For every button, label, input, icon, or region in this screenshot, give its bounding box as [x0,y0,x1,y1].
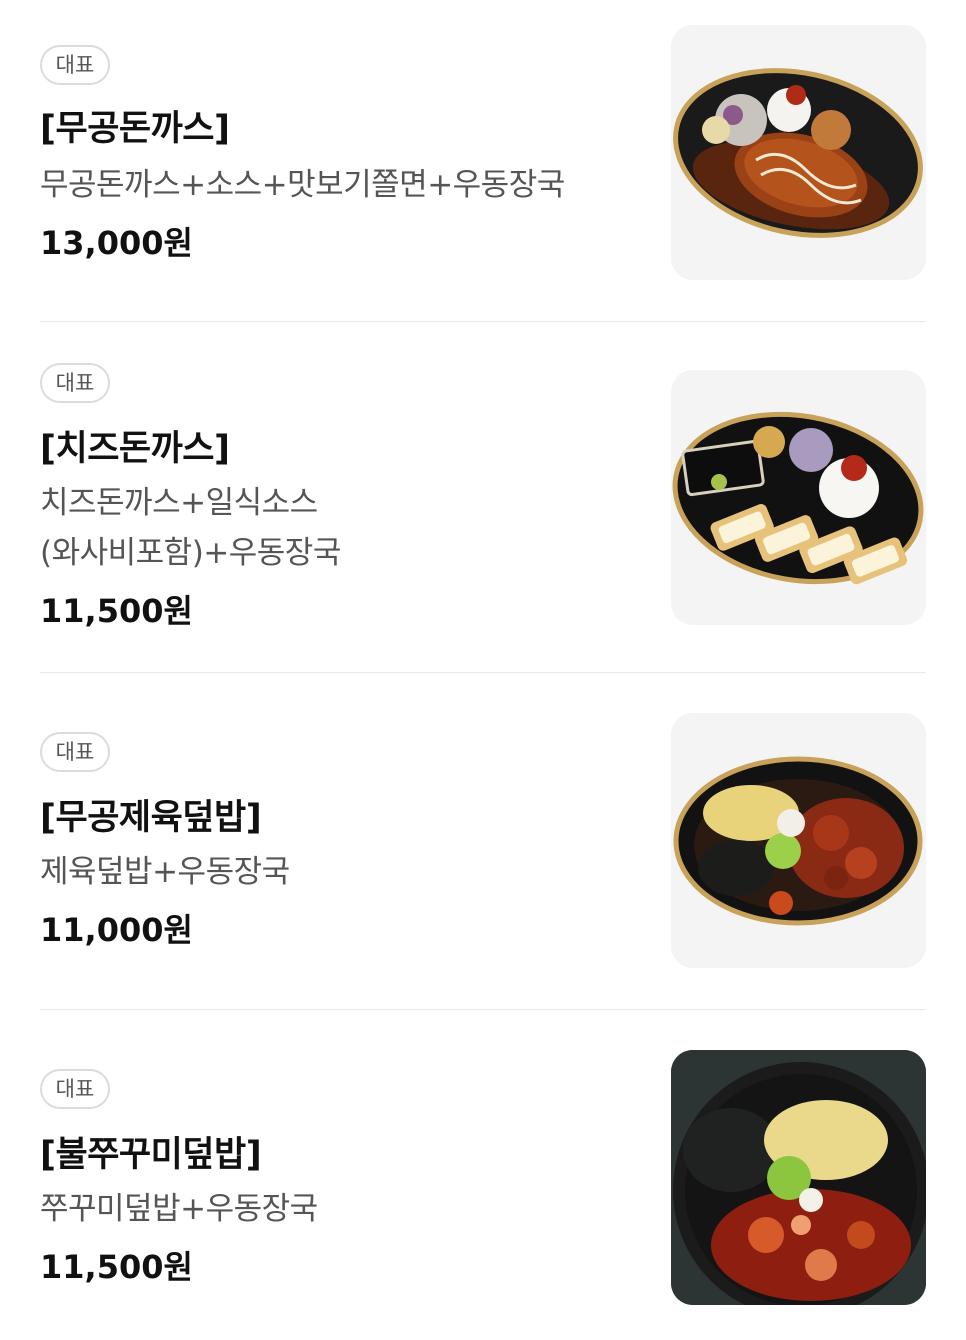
signature-badge: 대표 [40,45,110,85]
menu-item[interactable]: 대표 [불쭈꾸미덮밥] 쭈꾸미덮밥+우동장국 11,500원 [0,1010,966,1340]
menu-item-name: [무공돈까스] [40,109,230,149]
signature-badge: 대표 [40,1069,110,1109]
menu-item[interactable]: 대표 [치즈돈까스] 치즈돈까스+일식소스(와사비포함)+우동장국 11,500… [0,322,966,672]
menu-item-price: 11,000원 [40,911,193,949]
menu-item-photo[interactable] [671,25,926,280]
menu-item-photo[interactable] [671,370,926,625]
spicy-pork-bowl-photo-image [673,756,923,926]
signature-badge: 대표 [40,363,110,403]
cheese-cutlet-photo-image [672,411,924,585]
menu-item[interactable]: 대표 [무공돈까스] 무공돈까스+소스+맛보기쫄면+우동장국 13,000원 [0,0,966,322]
menu-list: 대표 [무공돈까스] 무공돈까스+소스+맛보기쫄면+우동장국 13,000원 대… [0,0,966,1340]
menu-item-price: 11,500원 [40,592,193,630]
menu-item-price: 13,000원 [40,224,193,262]
menu-item-description: 쭈꾸미덮밥+우동장국 [40,1191,318,1227]
menu-item[interactable]: 대표 [무공제육덮밥] 제육덮밥+우동장국 11,000원 [0,673,966,1009]
menu-item-photo[interactable] [671,1050,926,1305]
menu-item-name: [불쭈꾸미덮밥] [40,1135,262,1175]
menu-item-photo[interactable] [671,713,926,968]
menu-item-price: 11,500원 [40,1248,193,1286]
menu-item-description: 제육덮밥+우동장국 [40,854,290,890]
menu-item-name: [무공제육덮밥] [40,798,262,838]
menu-item-description: 치즈돈까스+일식소스(와사비포함)+우동장국 [40,485,341,571]
pork-cutlet-photo-image [673,68,923,238]
menu-item-description: 무공돈까스+소스+맛보기쫄면+우동장국 [40,167,565,203]
spicy-octopus-bowl-photo-image [671,1050,926,1305]
menu-item-name: [치즈돈까스] [40,429,230,469]
signature-badge: 대표 [40,732,110,772]
